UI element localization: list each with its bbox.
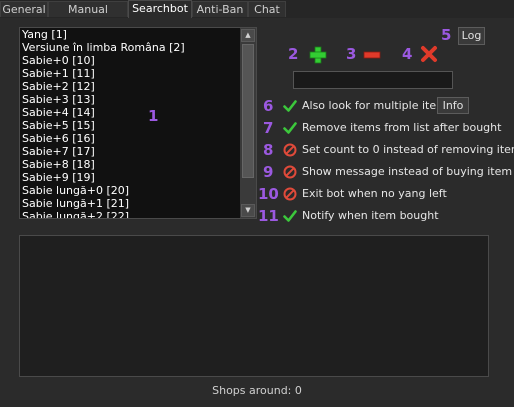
option-label: Exit bot when no yang left	[302, 187, 447, 200]
option-label: Also look for multiple items	[302, 99, 453, 112]
scroll-down-arrow-icon[interactable]: ▼	[241, 204, 255, 217]
annotation-6: 6	[263, 97, 274, 115]
block-icon	[283, 187, 297, 201]
list-item[interactable]: Sabie lungă+1 [21]	[22, 197, 240, 210]
annotation-10: 10	[258, 185, 279, 203]
annotation-7: 7	[263, 119, 274, 137]
item-list-items: Yang [1] Versiune în limba Româna [2] Sa…	[22, 28, 240, 218]
info-button[interactable]: Info	[437, 97, 469, 114]
block-icon	[283, 165, 297, 179]
check-icon	[283, 100, 297, 112]
list-item[interactable]: Sabie+3 [13]	[22, 93, 240, 106]
list-item[interactable]: Sabie lungă+0 [20]	[22, 184, 240, 197]
list-item[interactable]: Yang [1]	[22, 28, 240, 41]
shops-around-status: Shops around: 0	[212, 384, 302, 397]
list-item[interactable]: Sabie+8 [18]	[22, 158, 240, 171]
log-button[interactable]: Log	[458, 27, 485, 45]
annotation-5: 5	[441, 26, 452, 44]
list-item[interactable]: Sabie+1 [11]	[22, 67, 240, 80]
item-list[interactable]: Yang [1] Versiune în limba Româna [2] Sa…	[19, 27, 257, 219]
tab-chat[interactable]: Chat	[248, 1, 286, 17]
scroll-up-arrow-icon[interactable]: ▲	[241, 29, 255, 42]
list-item[interactable]: Sabie+7 [17]	[22, 145, 240, 158]
scrollbar-thumb[interactable]	[242, 44, 254, 178]
annotation-3: 3	[346, 45, 357, 63]
option-label: Notify when item bought	[302, 209, 439, 222]
log-output-area[interactable]	[19, 235, 489, 377]
list-item[interactable]: Sabie lungă+2 [22]	[22, 210, 240, 218]
list-item[interactable]: Versiune în limba Româna [2]	[22, 41, 240, 54]
annotation-2: 2	[288, 45, 299, 63]
list-item[interactable]: Sabie+6 [16]	[22, 132, 240, 145]
delete-x-icon[interactable]	[420, 45, 438, 63]
annotation-9: 9	[263, 163, 274, 181]
item-search-input[interactable]	[293, 71, 453, 89]
tab-bar: General Manual search Searchbot Anti-Ban…	[0, 0, 514, 32]
add-icon[interactable]	[309, 46, 327, 64]
tab-searchbot[interactable]: Searchbot	[128, 0, 192, 19]
annotation-1: 1	[148, 107, 159, 125]
list-item[interactable]: Sabie+9 [19]	[22, 171, 240, 184]
remove-icon[interactable]	[363, 46, 381, 64]
item-list-scrollbar[interactable]: ▲ ▼	[240, 28, 256, 218]
list-item[interactable]: Sabie+0 [10]	[22, 54, 240, 67]
check-icon	[283, 210, 297, 222]
annotation-11: 11	[258, 207, 279, 225]
tab-general[interactable]: General	[0, 1, 48, 17]
tab-anti-ban[interactable]: Anti-Ban	[192, 1, 248, 17]
list-item[interactable]: Sabie+2 [12]	[22, 80, 240, 93]
block-icon	[283, 143, 297, 157]
tab-manual-search[interactable]: Manual search	[48, 1, 128, 32]
option-label: Set count to 0 instead of removing item	[302, 143, 514, 156]
list-item[interactable]: Sabie+5 [15]	[22, 119, 240, 132]
list-item[interactable]: Sabie+4 [14]	[22, 106, 240, 119]
check-icon	[283, 122, 297, 134]
option-label: Remove items from list after bought	[302, 121, 502, 134]
annotation-4: 4	[402, 45, 413, 63]
option-label: Show message instead of buying item	[302, 165, 513, 178]
annotation-8: 8	[263, 141, 274, 159]
